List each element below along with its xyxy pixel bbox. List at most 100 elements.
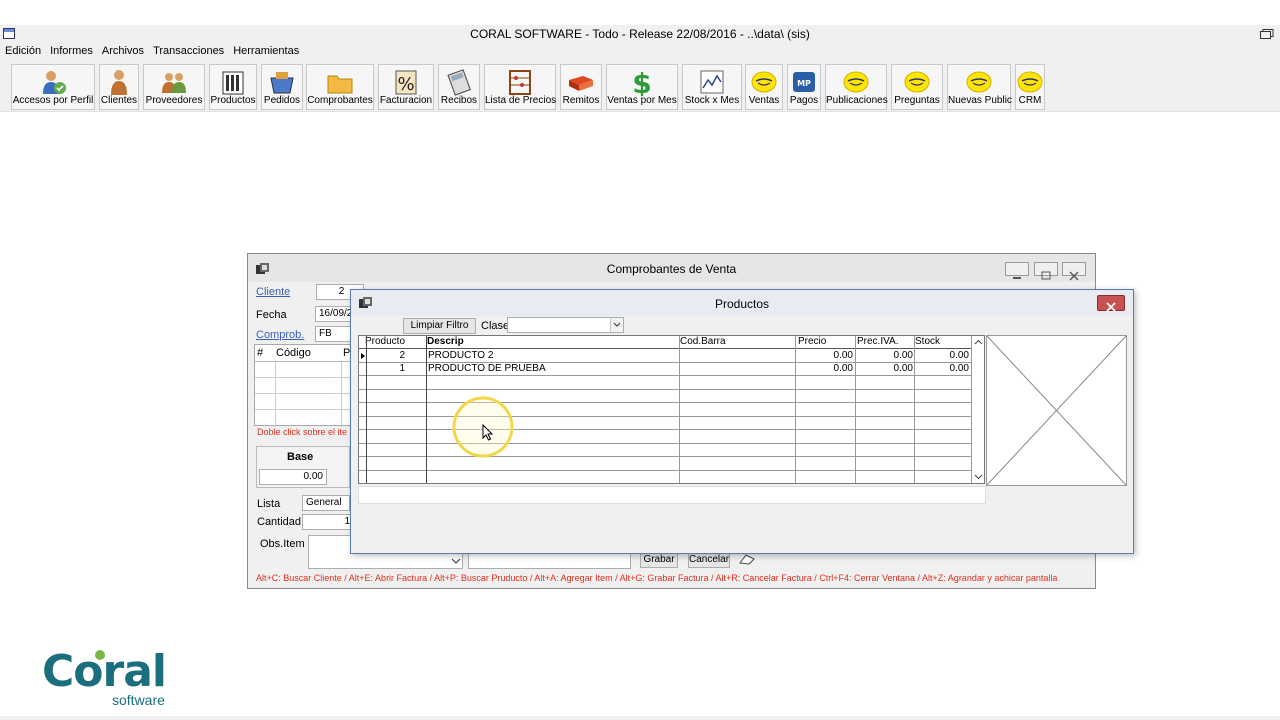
- toolbar-button-lista-precios[interactable]: Lista de Precios: [484, 64, 556, 110]
- hint-text: Doble click sobre el ite: [257, 427, 348, 437]
- minimize-button[interactable]: [1005, 262, 1029, 279]
- cantidad-label: Cantidad: [257, 516, 302, 528]
- toolbar-button-remitos[interactable]: Remitos: [560, 64, 602, 110]
- logo-leaf-icon: [95, 650, 105, 660]
- base-label: Base: [287, 451, 314, 463]
- truck-icon: [569, 76, 593, 91]
- toolbar-button-stock-mes[interactable]: Stock x Mes: [682, 64, 742, 110]
- restore-icon[interactable]: [1260, 29, 1274, 39]
- table-row[interactable]: 1 PRODUCTO DE PRUEBA 0.00 0.00 0.00: [367, 363, 971, 376]
- extra-field[interactable]: [468, 553, 631, 569]
- toolbar-button-ventas[interactable]: Ventas: [745, 64, 783, 110]
- eraser-icon[interactable]: [737, 552, 757, 566]
- chevron-down-icon[interactable]: [451, 557, 461, 565]
- items-grid[interactable]: # Código P: [254, 344, 355, 427]
- col-prec-iva[interactable]: Prec.IVA.: [857, 336, 899, 347]
- cell-prec-iva: 0.00: [893, 363, 913, 374]
- menu-informes[interactable]: Informes: [45, 43, 97, 60]
- table-row[interactable]: 2 PRODUCTO 2 0.00 0.00 0.00: [367, 349, 971, 362]
- lista-label: Lista: [257, 498, 281, 510]
- clase-dropdown-button[interactable]: [610, 318, 623, 332]
- app-icon: [3, 28, 15, 39]
- app-title: CORAL SOFTWARE - Todo - Release 22/08/20…: [470, 27, 810, 41]
- comprob-link[interactable]: Comprob.: [256, 329, 304, 341]
- lista-field[interactable]: General: [302, 495, 350, 511]
- toolbar-label: Comprobantes: [307, 95, 373, 106]
- toolbar-button-pagos[interactable]: MP Pagos: [787, 64, 821, 110]
- logo-subtext: software: [112, 692, 165, 708]
- cell-precio: 0.00: [833, 363, 853, 374]
- svg-text:$: $: [632, 68, 651, 96]
- toolbar-button-preguntas[interactable]: Preguntas: [891, 64, 943, 110]
- toolbar-label: Nuevas Public: [948, 95, 1012, 106]
- maximize-button[interactable]: [1034, 262, 1058, 280]
- mouse-cursor-icon: [482, 424, 494, 441]
- toolbar-label: Ventas: [748, 95, 780, 106]
- toolbar-button-proveedores[interactable]: Proveedores: [143, 64, 205, 110]
- toolbar-button-clientes[interactable]: Clientes: [99, 64, 139, 110]
- toolbar-label: Ventas por Mes: [607, 95, 677, 106]
- fecha-field[interactable]: 16/09/2: [315, 306, 355, 322]
- toolbar-button-pedidos[interactable]: Pedidos: [261, 64, 303, 110]
- toolbar-button-recibos[interactable]: Recibos: [438, 64, 480, 110]
- app-title-bar: CORAL SOFTWARE - Todo - Release 22/08/20…: [0, 25, 1280, 43]
- users-access-icon: [43, 71, 66, 94]
- base-value: 0.00: [259, 469, 327, 485]
- productos-title: Productos: [714, 297, 770, 311]
- scroll-up-icon[interactable]: [974, 339, 983, 346]
- menu-archivos[interactable]: Archivos: [97, 43, 148, 60]
- toolbar-button-comprobantes[interactable]: Comprobantes: [306, 64, 374, 110]
- limpiar-filtro-button[interactable]: Limpiar Filtro: [403, 318, 476, 334]
- comprobantes-title: Comprobantes de Venta: [606, 262, 737, 276]
- grabar-button[interactable]: Grabar: [640, 552, 678, 568]
- cell-stock: 0.00: [949, 363, 969, 374]
- fecha-label: Fecha: [256, 309, 287, 321]
- percent-icon: %: [395, 70, 417, 95]
- cliente-link[interactable]: Cliente: [256, 286, 290, 298]
- toolbar-button-ventas-mes[interactable]: $ Ventas por Mes: [606, 64, 678, 110]
- products-icon: [222, 71, 244, 95]
- vertical-scrollbar[interactable]: [972, 336, 984, 483]
- productos-close-button[interactable]: [1097, 295, 1125, 312]
- col-precio[interactable]: Precio: [798, 336, 826, 347]
- col-cod-barra[interactable]: Cod.Barra: [680, 336, 726, 347]
- cantidad-field[interactable]: 1: [302, 514, 352, 530]
- close-button[interactable]: [1062, 262, 1086, 281]
- window-icon: [256, 263, 269, 274]
- toolbar-button-accesos[interactable]: Accesos por Perfil: [11, 64, 95, 110]
- col-stock[interactable]: Stock: [915, 336, 940, 347]
- toolbar-button-crm[interactable]: CRM: [1015, 64, 1045, 110]
- toolbar-label: Productos: [210, 95, 256, 106]
- obs-item-label: Obs.Item: [260, 538, 305, 550]
- cancelar-button[interactable]: Cancelar: [688, 552, 730, 568]
- cell-stock: 0.00: [949, 350, 969, 361]
- col-descrip[interactable]: Descrip: [427, 336, 464, 347]
- basket-icon: [270, 72, 294, 94]
- menu-transacciones[interactable]: Transacciones: [148, 43, 228, 60]
- mercadopago-icon: MP: [793, 72, 815, 92]
- col-producto[interactable]: Producto: [365, 336, 405, 347]
- toolbar-button-nuevas-public[interactable]: Nuevas Public: [947, 64, 1012, 110]
- coral-logo: Coral software: [42, 646, 182, 712]
- stock-chart-icon: [700, 70, 724, 94]
- menu-bar: Edición Informes Archivos Transacciones Herr…: [0, 43, 1280, 60]
- client-icon: [111, 70, 127, 95]
- clase-select[interactable]: [507, 317, 624, 333]
- comprob-select[interactable]: FB: [315, 326, 355, 342]
- menu-edicion[interactable]: Edición: [0, 43, 45, 60]
- toolbar-button-publicaciones[interactable]: Publicaciones: [825, 64, 888, 110]
- cell-prec-iva: 0.00: [893, 350, 913, 361]
- cell-descrip: PRODUCTO DE PRUEBA: [428, 363, 546, 374]
- clase-label: Clase: [481, 320, 510, 332]
- mercadolibre-icon: [843, 71, 869, 93]
- cell-producto: 2: [399, 350, 405, 361]
- scroll-down-icon[interactable]: [974, 473, 983, 480]
- toolbar-button-facturacion[interactable]: % Facturacion: [378, 64, 434, 110]
- toolbar-label: CRM: [1018, 95, 1042, 106]
- menu-herramientas[interactable]: Herramientas: [228, 43, 303, 60]
- toolbar-button-productos[interactable]: Productos: [209, 64, 257, 110]
- calculator-icon: [447, 69, 471, 96]
- window-icon: [359, 297, 372, 308]
- toolbar-label: Proveedores: [145, 95, 203, 106]
- minimize-icon: [1013, 277, 1021, 279]
